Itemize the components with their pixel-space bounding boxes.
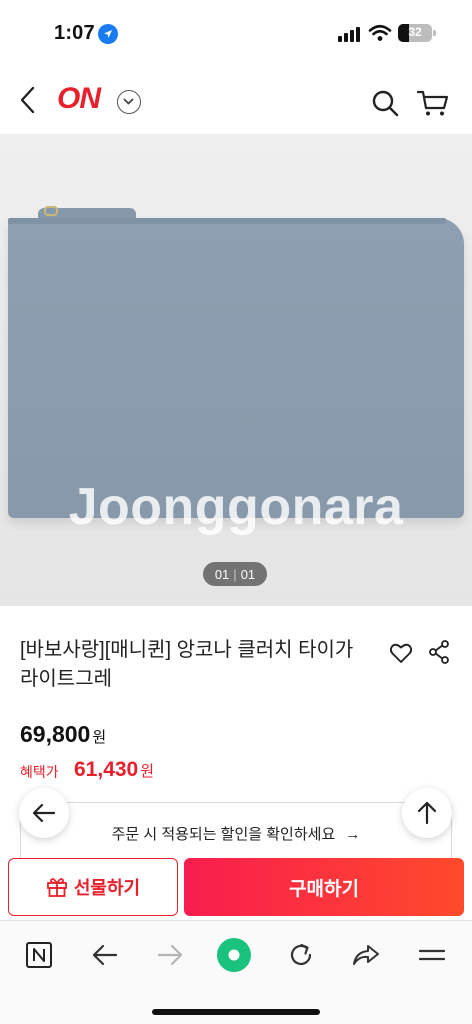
buy-button-label: 구매하기 (289, 878, 359, 900)
original-price: 69,800 원 (20, 721, 106, 748)
home-indicator (152, 1009, 320, 1015)
battery-icon: 32 (398, 24, 432, 42)
gift-button[interactable]: 선물하기 (8, 858, 178, 916)
purchase-actions: 선물하기 구매하기 (0, 858, 472, 920)
share-icon (429, 640, 449, 664)
chevron-down-icon (123, 98, 134, 105)
search-icon (372, 90, 399, 117)
app-header: ON (0, 66, 472, 134)
browser-green-button[interactable] (216, 937, 252, 973)
arrow-left-icon (92, 944, 118, 966)
green-dot-icon (217, 938, 251, 972)
search-button[interactable] (370, 88, 400, 118)
location-icon (98, 24, 118, 44)
buy-button[interactable]: 구매하기 (184, 858, 464, 916)
benefit-price: 61,430 원 (74, 758, 154, 782)
naver-home-button[interactable] (21, 937, 57, 973)
price-value: 69,800 (20, 721, 91, 747)
cart-icon (416, 90, 449, 116)
refresh-button[interactable] (283, 937, 319, 973)
floating-back-button[interactable] (19, 788, 69, 838)
cellular-signal-icon (338, 26, 360, 42)
battery-level: 32 (408, 25, 422, 39)
arrow-right-icon: → (345, 826, 361, 843)
benefit-price-value: 61,430 (74, 758, 139, 781)
benefit-price-unit: 원 (140, 763, 155, 780)
total-pages: 01 (240, 566, 256, 582)
arrow-up-icon (417, 801, 437, 825)
discount-notice[interactable]: 주문 시 적용되는 할인을 확인하세요 → (20, 802, 452, 860)
gift-icon (46, 878, 67, 897)
chevron-left-icon (20, 86, 35, 114)
share-arrow-icon (353, 945, 379, 965)
naver-n-icon (26, 942, 52, 968)
arrow-right-icon (157, 944, 183, 966)
product-title: [바보사랑][매니퀸] 앙코나 클러치 타이가 라이트그레 (20, 639, 354, 690)
current-page: 01 (214, 566, 230, 582)
watermark: Joonggonara (68, 478, 404, 536)
heart-icon (389, 643, 413, 663)
refresh-icon (290, 943, 312, 966)
wifi-icon (368, 24, 392, 47)
arrow-left-icon (32, 803, 56, 823)
browser-back-button[interactable] (87, 937, 123, 973)
browser-forward-button[interactable] (152, 937, 188, 973)
brand-logo[interactable]: ON (57, 82, 101, 116)
price-unit: 원 (92, 729, 107, 746)
discount-notice-link[interactable]: 주문 시 적용되는 할인을 확인하세요 → (21, 823, 451, 844)
menu-icon (418, 949, 446, 961)
share-button[interactable] (428, 640, 450, 664)
scroll-top-button[interactable] (402, 788, 452, 838)
browser-share-button[interactable] (348, 937, 384, 973)
image-page-indicator: 01 | 01 (203, 562, 267, 586)
browser-menu-button[interactable] (414, 937, 450, 973)
discount-notice-text: 주문 시 적용되는 할인을 확인하세요 (111, 826, 336, 843)
like-button[interactable] (389, 642, 413, 664)
product-image-gallery[interactable]: Joonggonara 01 | 01 (0, 134, 472, 606)
back-button[interactable] (14, 84, 44, 116)
status-bar: 1:07 32 (0, 0, 472, 66)
product-photo (8, 206, 464, 518)
benefit-price-label: 혜택가 (20, 764, 59, 780)
status-time: 1:07 (54, 22, 95, 44)
browser-toolbar (0, 920, 472, 1024)
page-separator: | (233, 566, 237, 582)
gift-button-label: 선물하기 (73, 878, 141, 898)
logo-menu-button[interactable] (117, 90, 141, 114)
cart-button[interactable] (416, 88, 450, 118)
